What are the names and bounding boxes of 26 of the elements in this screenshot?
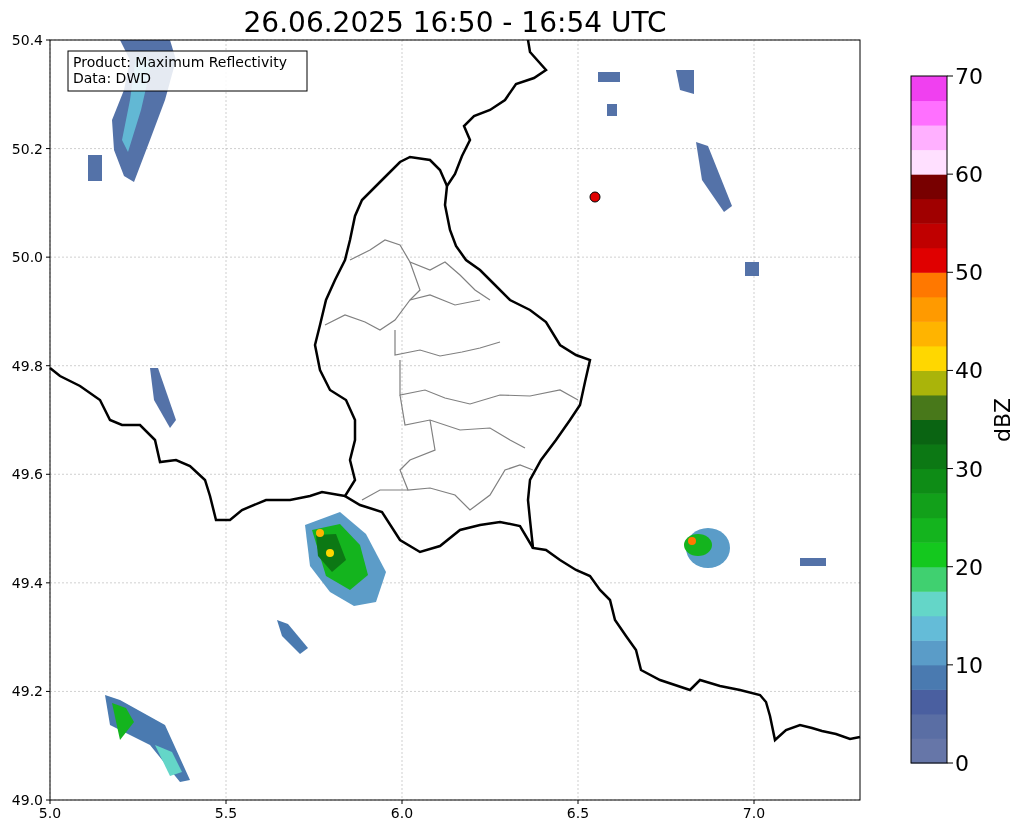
colorbar-tick-label: 50 — [955, 260, 983, 286]
axis-tick-label: 49.8 — [11, 357, 43, 374]
axis-tick-label: 49.2 — [11, 683, 43, 700]
axis-tick-label: 6.5 — [566, 805, 590, 821]
colorbar-tick-label: 0 — [955, 751, 969, 776]
axis-tick-label: 50.4 — [11, 32, 43, 48]
colorbar-tick-label: 70 — [955, 64, 983, 89]
colorbar-tick-label: 60 — [955, 162, 983, 188]
colorbar-tick-label: 20 — [955, 554, 983, 580]
axis-tick-label: 7.0 — [742, 805, 766, 821]
colorbar-tick-label: 10 — [955, 652, 983, 678]
axis-tick-label: 50.0 — [11, 249, 43, 266]
axis-tick-label: 49.0 — [11, 792, 43, 808]
colorbar-tick-label: 30 — [955, 456, 983, 482]
axis-tick-label: 49.4 — [11, 574, 43, 591]
chart-title: 26.06.2025 16:50 - 16:54 UTC — [243, 6, 667, 39]
axis-tick-label: 50.2 — [11, 140, 43, 157]
colorbar-label: dBZ — [990, 397, 1015, 443]
location-marker — [589, 191, 601, 203]
colorbar-tick-label: 40 — [955, 358, 983, 384]
legend-text: Data: DWD — [73, 70, 151, 86]
legend-text: Product: Maximum Reflectivity — [73, 54, 287, 70]
axis-tick-label: 6.0 — [390, 805, 414, 821]
axis-tick-label: 5.5 — [214, 805, 238, 821]
axis-tick-label: 5.0 — [38, 805, 62, 821]
axis-tick-label: 49.6 — [11, 466, 43, 483]
